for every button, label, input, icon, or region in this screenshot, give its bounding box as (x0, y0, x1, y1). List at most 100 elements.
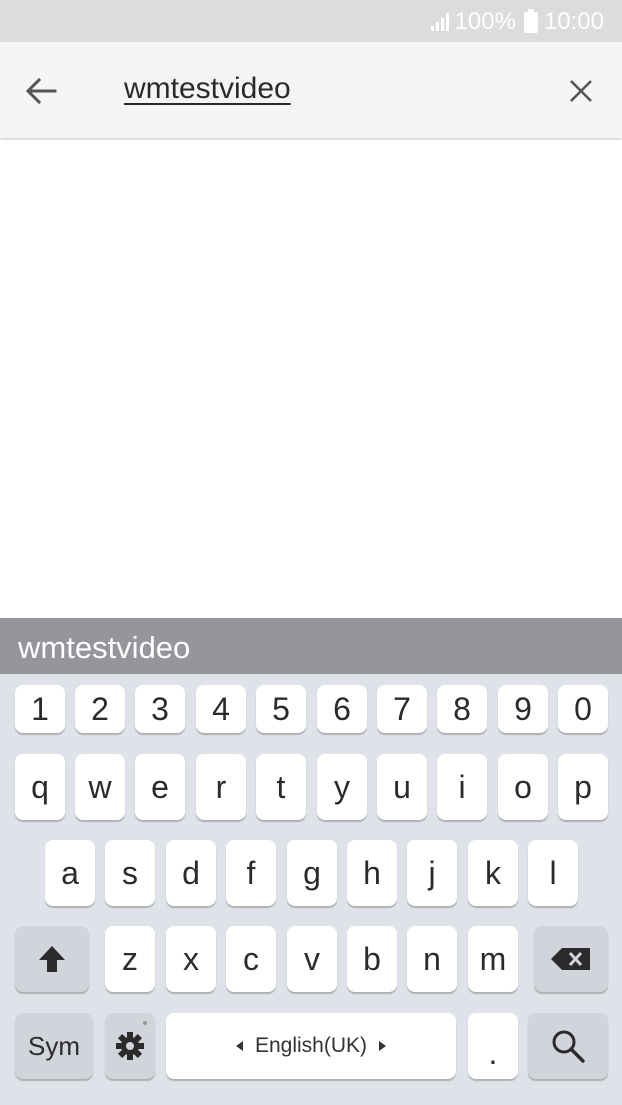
key-7[interactable]: 7 (377, 685, 427, 733)
key-p[interactable]: p (558, 754, 608, 820)
search-key[interactable] (528, 1013, 608, 1079)
arrow-left-icon (25, 77, 57, 105)
key-label: m (479, 941, 507, 977)
key-label: n (423, 941, 441, 977)
key-label: a (61, 855, 79, 891)
key-label: o (514, 769, 532, 805)
key-label: c (243, 941, 259, 977)
screen: 100% 10:00 wmtestvideo wmtestvideo 1 2 3… (0, 0, 622, 1105)
triangle-right-icon (379, 1041, 387, 1051)
key-k[interactable]: k (468, 840, 518, 906)
key-d[interactable]: d (166, 840, 216, 906)
key-9[interactable]: 9 (498, 685, 548, 733)
key-label: 4 (212, 691, 230, 727)
backspace-icon (551, 948, 590, 970)
clock: 10:00 (543, 8, 604, 35)
search-input[interactable]: wmtestvideo (124, 72, 291, 106)
key-label: . (488, 1035, 498, 1071)
settings-gear-icon (116, 1032, 144, 1060)
key-b[interactable]: b (347, 926, 397, 992)
key-label: z (122, 941, 138, 977)
key-n[interactable]: n (407, 926, 457, 992)
key-label: s (122, 855, 138, 891)
key-o[interactable]: o (498, 754, 548, 820)
key-label: j (428, 855, 436, 891)
key-f[interactable]: f (226, 840, 276, 906)
key-i[interactable]: i (437, 754, 487, 820)
status-bar: 100% 10:00 (0, 0, 622, 42)
keyboard: 1 2 3 4 5 6 7 8 9 0 q w e r t y u i o p … (0, 674, 622, 1105)
key-z[interactable]: z (105, 926, 155, 992)
key-e[interactable]: e (135, 754, 185, 820)
key-l[interactable]: l (528, 840, 578, 906)
key-a[interactable]: a (45, 840, 95, 906)
key-c[interactable]: c (226, 926, 276, 992)
suggestion-item[interactable]: wmtestvideo (18, 630, 190, 666)
key-x[interactable]: x (166, 926, 216, 992)
key-q[interactable]: q (15, 754, 65, 820)
key-label: 6 (333, 691, 351, 727)
key-4[interactable]: 4 (196, 685, 246, 733)
key-5[interactable]: 5 (256, 685, 306, 733)
clear-search-button[interactable] (560, 70, 602, 112)
suggestion-bar: wmtestvideo (0, 618, 622, 674)
key-1[interactable]: 1 (15, 685, 65, 733)
key-label: b (363, 941, 381, 977)
key-u[interactable]: u (377, 754, 427, 820)
close-icon (570, 80, 592, 102)
key-label: w (88, 769, 112, 805)
key-label: r (215, 769, 227, 805)
key-m[interactable]: m (468, 926, 518, 992)
battery-icon (523, 8, 538, 33)
key-label: 9 (514, 691, 532, 727)
space-key[interactable]: English(UK) (166, 1013, 456, 1079)
search-icon (552, 1030, 585, 1063)
gear-indicator-dot (143, 1021, 147, 1025)
key-8[interactable]: 8 (437, 685, 487, 733)
back-button[interactable] (20, 70, 62, 112)
space-label: English(UK) (254, 1034, 368, 1057)
key-0[interactable]: 0 (558, 685, 608, 733)
key-j[interactable]: j (407, 840, 457, 906)
key-label: v (304, 941, 320, 977)
status-icons: 100% 10:00 (430, 8, 604, 36)
key-2[interactable]: 2 (75, 685, 125, 733)
language-switcher: English(UK) (235, 1034, 387, 1058)
triangle-left-icon (235, 1041, 243, 1051)
key-h[interactable]: h (347, 840, 397, 906)
key-label: 3 (151, 691, 169, 727)
key-label: i (458, 769, 466, 805)
key-label: f (246, 855, 256, 891)
key-w[interactable]: w (75, 754, 125, 820)
key-label: p (574, 769, 592, 805)
key-s[interactable]: s (105, 840, 155, 906)
key-label: 0 (574, 691, 592, 727)
key-label: 8 (453, 691, 471, 727)
key-label: 2 (91, 691, 109, 727)
key-t[interactable]: t (256, 754, 306, 820)
settings-key[interactable] (105, 1013, 155, 1079)
shift-key[interactable] (15, 926, 89, 992)
key-label: 1 (31, 691, 49, 727)
key-label: 7 (393, 691, 411, 727)
key-v[interactable]: v (287, 926, 337, 992)
key-label: Sym (28, 1031, 80, 1061)
signal-icon (430, 13, 449, 31)
period-key[interactable]: . (468, 1013, 518, 1079)
key-label: q (31, 769, 49, 805)
key-label: l (549, 855, 557, 891)
key-3[interactable]: 3 (135, 685, 185, 733)
key-label: t (276, 769, 286, 805)
shift-icon (39, 946, 65, 972)
key-g[interactable]: g (287, 840, 337, 906)
key-label: k (485, 855, 501, 891)
key-label: x (183, 941, 199, 977)
key-r[interactable]: r (196, 754, 246, 820)
sym-key[interactable]: Sym (15, 1013, 93, 1079)
search-results-area (0, 140, 622, 618)
backspace-key[interactable] (534, 926, 608, 992)
key-label: h (363, 855, 381, 891)
key-6[interactable]: 6 (317, 685, 367, 733)
key-label: y (334, 769, 350, 805)
key-y[interactable]: y (317, 754, 367, 820)
